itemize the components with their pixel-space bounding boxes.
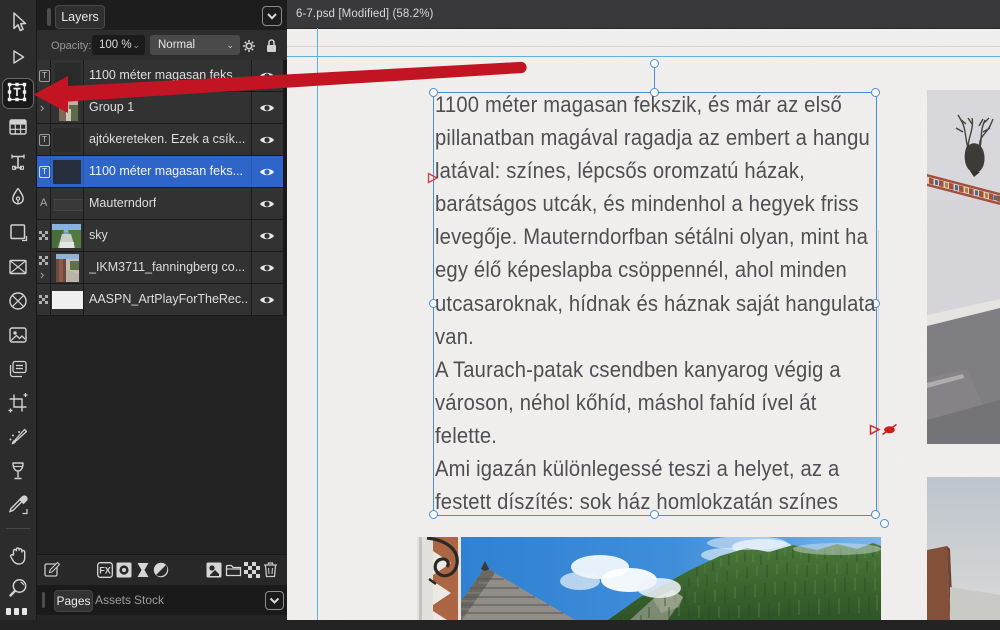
svg-text:FX: FX [99, 566, 111, 576]
